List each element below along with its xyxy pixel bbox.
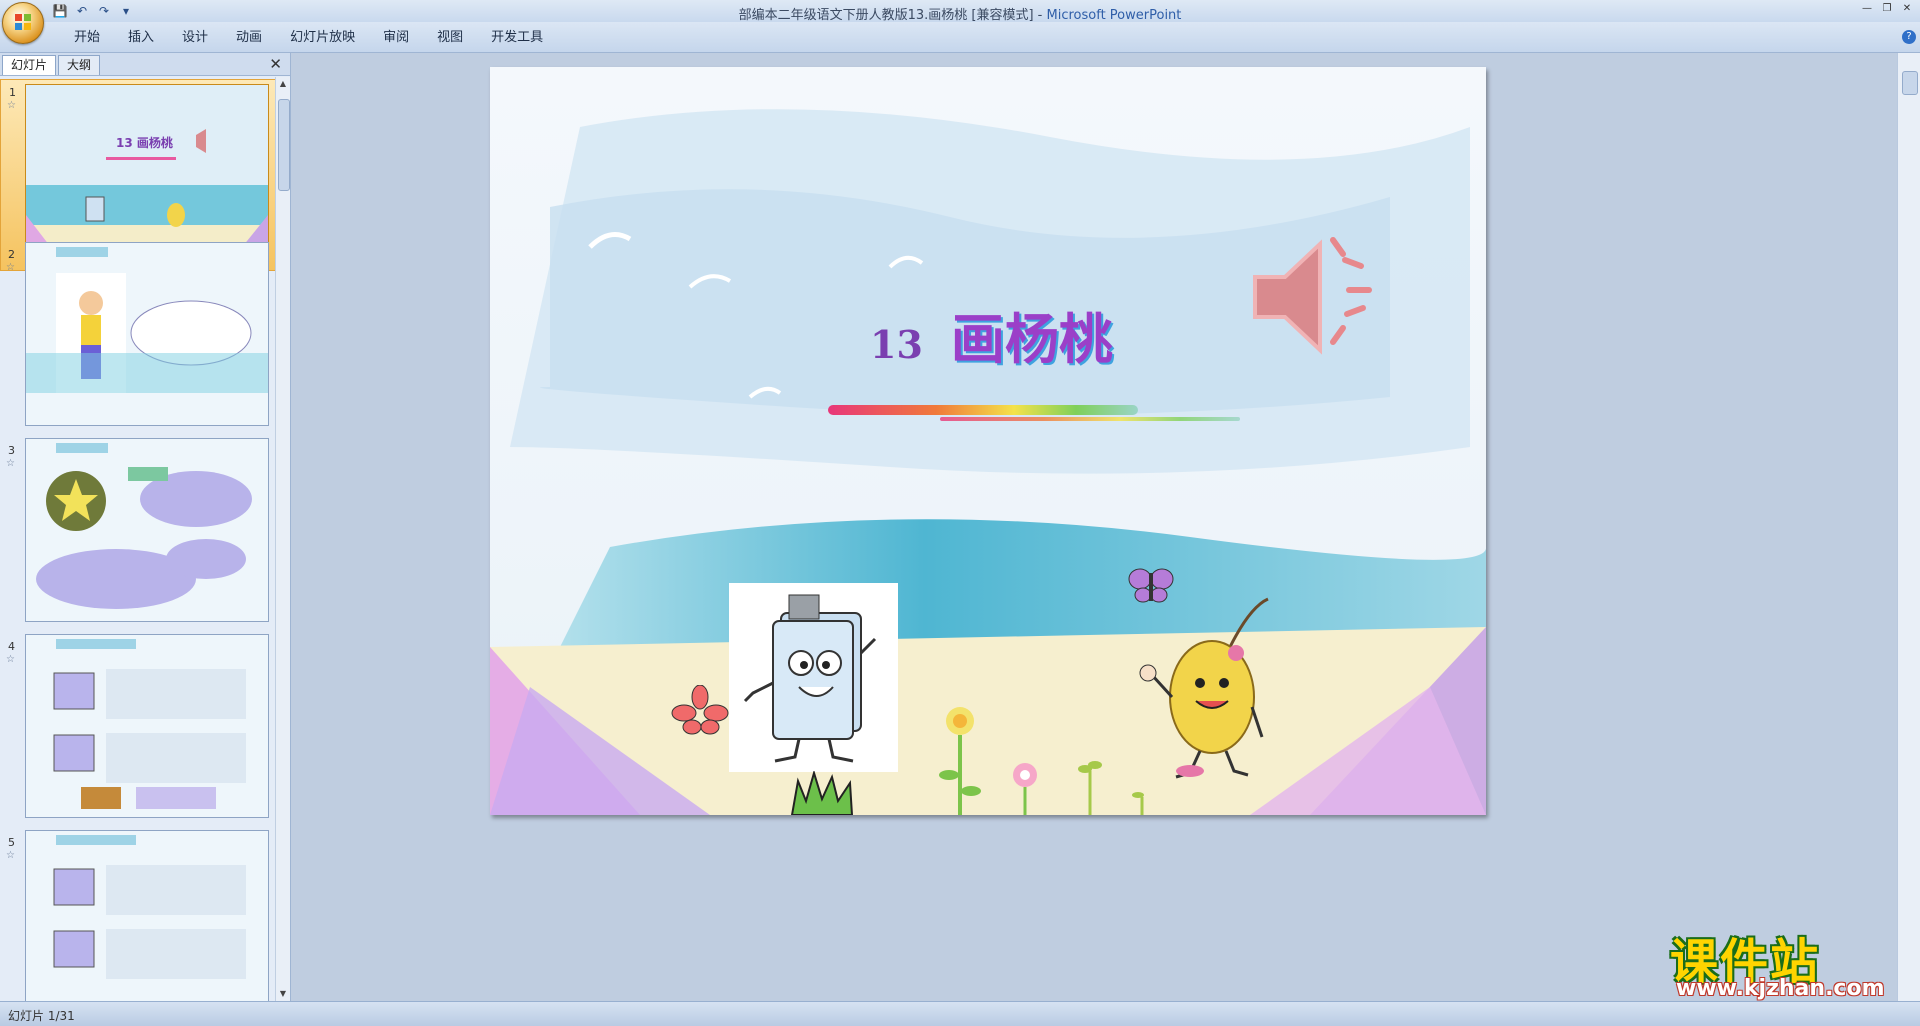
ribbon: 开始 插入 设计 动画 幻灯片放映 审阅 视图 开发工具 ?	[0, 22, 1920, 53]
panel-tabs: 幻灯片 大纲 ✕	[0, 53, 290, 76]
speaker-icon[interactable]	[1245, 232, 1385, 362]
lesson-number: 13	[870, 322, 923, 367]
window-title: 部编本二年级语文下册人教版13.画杨桃 [兼容模式] - Microsoft P…	[738, 8, 1182, 23]
tab-slideshow[interactable]: 幻灯片放映	[276, 30, 369, 46]
slide-thumbnail-5[interactable]: 5 ☆	[0, 830, 276, 1001]
tab-insert[interactable]: 插入	[114, 30, 168, 46]
star-fruit-character-image[interactable]	[1130, 597, 1280, 787]
sunflower-icon	[939, 707, 981, 815]
slide-canvas[interactable]: 13 画杨桃	[490, 67, 1486, 815]
panel-scrollbar[interactable]: ▲ ▼	[275, 77, 290, 1001]
sprout-icon	[1078, 761, 1102, 815]
close-icon[interactable]: ✕	[1898, 2, 1916, 16]
scrollbar-thumb[interactable]	[1902, 71, 1918, 95]
slide-thumbnail-3[interactable]: 3 ☆	[0, 438, 276, 630]
sprout-icon	[1132, 792, 1144, 815]
minimize-icon[interactable]: —	[1858, 2, 1876, 16]
slide-number: 5	[8, 836, 15, 849]
lesson-title: 画杨桃	[950, 308, 1113, 371]
slide-scrollbar[interactable]	[1897, 53, 1920, 1001]
window-controls: — ❐ ✕	[1858, 2, 1916, 16]
scrollbar-thumb[interactable]	[278, 99, 290, 191]
office-button[interactable]	[2, 2, 44, 44]
grass-icon	[790, 771, 854, 815]
thumbnail-image	[25, 438, 269, 622]
tab-design[interactable]: 设计	[168, 30, 222, 46]
transition-star-icon: ☆	[6, 262, 15, 273]
svg-text:13 画杨桃: 13 画杨桃	[116, 135, 173, 150]
thumbnail-list: 1 ☆ 13 画杨桃 2 ☆ 3 ☆ 4 ☆ 5 ☆	[0, 77, 276, 1001]
close-panel-icon[interactable]: ✕	[269, 55, 282, 73]
thumbnail-image	[25, 634, 269, 818]
slide-editing-area: 13 画杨桃	[291, 53, 1897, 1001]
office-logo-icon	[15, 14, 31, 30]
pink-flower-icon	[1013, 763, 1037, 815]
site-watermark-logo: 课件站 www.kjzhan.com	[1670, 922, 1915, 1004]
slide-background	[490, 67, 1486, 815]
thumbnail-image	[25, 242, 269, 426]
tab-developer[interactable]: 开发工具	[477, 30, 557, 46]
red-flower-icon	[671, 685, 729, 735]
tab-home[interactable]: 开始	[60, 30, 114, 46]
thumbnail-image: 13 画杨桃	[25, 84, 269, 268]
slides-panel: 幻灯片 大纲 ✕ 1 ☆ 13 画杨桃 2 ☆ 3 ☆ 4 ☆ 5 ☆ ▲ ▼	[0, 53, 291, 1001]
transition-star-icon: ☆	[6, 458, 15, 469]
thumbnail-image	[25, 830, 269, 1001]
tab-view[interactable]: 视图	[423, 30, 477, 46]
tab-review[interactable]: 审阅	[369, 30, 423, 46]
slide-thumbnail-2[interactable]: 2 ☆	[0, 242, 276, 434]
help-icon[interactable]: ?	[1902, 30, 1916, 44]
slide-indicator: 幻灯片 1/31	[8, 1009, 75, 1023]
slide-number: 4	[8, 640, 15, 653]
tab-outline[interactable]: 大纲	[58, 55, 101, 75]
slide-thumbnail-4[interactable]: 4 ☆	[0, 634, 276, 826]
transition-star-icon: ☆	[6, 654, 15, 665]
slide-number: 3	[8, 444, 15, 457]
slide-number: 1	[9, 86, 16, 99]
ribbon-tabs: 开始 插入 设计 动画 幻灯片放映 审阅 视图 开发工具	[60, 30, 557, 46]
tab-animations[interactable]: 动画	[222, 30, 276, 46]
scroll-up-icon[interactable]: ▲	[276, 77, 290, 91]
watermark-url: www.kjzhan.com	[1676, 976, 1885, 1001]
book-character-image[interactable]	[729, 583, 898, 772]
slide-title[interactable]: 13 画杨桃	[870, 295, 1170, 371]
slide-number: 2	[8, 248, 15, 261]
tab-slides[interactable]: 幻灯片	[2, 55, 57, 75]
restore-icon[interactable]: ❐	[1878, 2, 1896, 16]
title-bar: 💾 ↶ ↷ ▾ 部编本二年级语文下册人教版13.画杨桃 [兼容模式] - Mic…	[0, 0, 1920, 23]
transition-star-icon: ☆	[6, 850, 15, 861]
transition-star-icon: ☆	[7, 100, 16, 111]
scroll-down-icon[interactable]: ▼	[276, 987, 290, 1001]
status-bar: 幻灯片 1/31	[0, 1001, 1920, 1026]
